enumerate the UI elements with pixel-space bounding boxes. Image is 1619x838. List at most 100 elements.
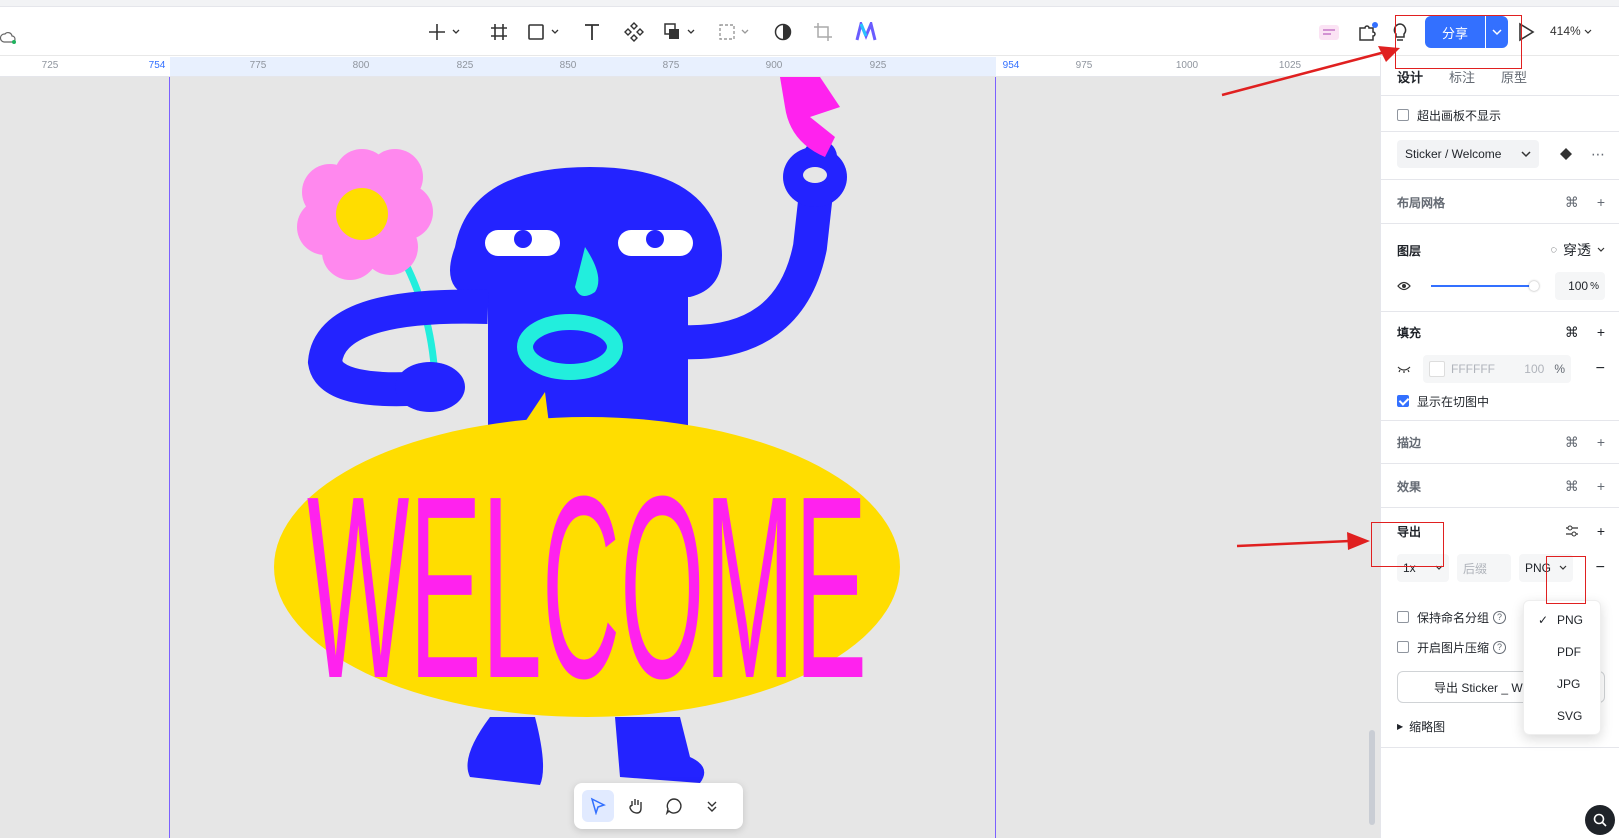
add-tool-button[interactable] [428,18,464,46]
divider [1381,223,1619,224]
clip-content-checkbox[interactable] [1397,109,1409,121]
format-option-png[interactable]: ✓ PNG [1524,604,1602,636]
flower [297,149,433,280]
show-in-slice-checkbox[interactable] [1397,395,1409,407]
hand-ring-hole [803,167,827,183]
export-settings-icon[interactable] [1565,525,1579,537]
component-tool-icon[interactable] [624,18,644,46]
fill-title: 填充 [1397,325,1422,340]
divider [1381,311,1619,312]
effect-title: 效果 [1397,479,1422,494]
fill-opacity-unit: % [1554,362,1565,376]
more-tools-button[interactable] [696,790,728,822]
component-row: Sticker / Welcome ⋯ [1397,139,1605,169]
format-option-pdf[interactable]: PDF [1524,636,1602,668]
highlight-box-export-title [1371,522,1444,567]
welcome-sticker-artwork[interactable]: WELCOME [0,77,1380,838]
highlight-box-format-select [1546,556,1586,604]
divider [1381,95,1619,96]
search-icon [1593,813,1607,827]
format-option-label: SVG [1557,709,1583,723]
select-tool-button[interactable] [582,790,614,822]
layout-grid-title: 布局网格 [1397,195,1446,210]
ruler-tick: 850 [559,60,577,71]
opacity-value: 100 [1568,279,1589,293]
style-library-icon[interactable]: ⌘ [1565,434,1579,451]
comment-icon [665,798,682,815]
help-icon[interactable]: ? [1493,640,1507,654]
export-format-menu: ✓ PNG PDF JPG SVG [1523,600,1601,735]
remove-fill-icon[interactable]: − [1596,360,1605,378]
keep-group-label: 保持命名分组 [1417,610,1490,625]
clip-content-row: 超出画板不显示 [1397,106,1605,124]
magenta-flag [780,77,840,157]
layout-grid-row: 布局网格 ⌘ + [1397,193,1605,211]
eye-closed-icon[interactable] [1397,364,1411,374]
cloud-sync-icon[interactable] [0,24,16,52]
blend-mode-value: 穿透 [1563,242,1591,258]
show-in-slice-row: 显示在切图中 [1397,392,1605,410]
arrow-to-share-icon [1221,46,1400,97]
comment-tool-button[interactable] [658,790,690,822]
layer-header-row: 图层 ◌ 穿透 [1397,241,1605,259]
add-stroke-icon[interactable]: + [1597,434,1605,450]
ruler-tick: 975 [1075,60,1093,71]
compress-label: 开启图片压缩 [1417,640,1490,655]
boolean-tool-button[interactable] [663,18,699,46]
tab-prototype[interactable]: 原型 [1501,67,1527,86]
format-option-jpg[interactable]: JPG [1524,668,1602,700]
opacity-slider[interactable] [1431,281,1539,291]
format-option-label: JPG [1557,677,1581,691]
chevron-down-icon [1521,151,1531,158]
ai-plugin-icon[interactable] [855,18,877,46]
add-effect-icon[interactable]: + [1597,478,1605,494]
hand-tool-button[interactable] [620,790,652,822]
panel-scrollbar[interactable] [1369,730,1375,825]
export-suffix-input[interactable]: 后缀 [1457,554,1511,582]
arrow-to-export-icon [1236,532,1370,550]
style-library-icon[interactable]: ⌘ [1565,324,1579,341]
export-actions: + [1565,523,1605,539]
fill-color-input[interactable]: FFFFFF 100 % [1423,355,1571,383]
tab-annotation[interactable]: 标注 [1449,67,1475,86]
welcome-text: WELCOME [307,443,867,733]
ruler-tick: 775 [249,60,267,71]
panel-tabs: 设计 标注 原型 [1397,67,1527,86]
add-fill-icon[interactable]: + [1597,324,1605,340]
help-icon[interactable]: ? [1493,610,1507,624]
design-canvas[interactable]: WELCOME [0,77,1380,838]
ruler-tick: 1000 [1175,60,1199,71]
remove-export-icon[interactable]: − [1596,559,1605,577]
bottom-floating-toolbar [574,783,743,829]
component-selector[interactable]: Sticker / Welcome [1397,140,1539,168]
keep-group-checkbox[interactable] [1397,611,1409,623]
mask-tool-icon[interactable] [773,18,793,46]
compress-checkbox[interactable] [1397,641,1409,653]
frame-tool-icon[interactable] [489,18,509,46]
rectangle-tool-button[interactable] [527,18,563,46]
style-library-icon[interactable]: ⌘ [1565,478,1579,495]
text-tool-icon[interactable] [582,18,602,46]
divider [1381,747,1619,748]
add-export-icon[interactable]: + [1597,523,1605,539]
more-options-icon[interactable]: ⋯ [1591,146,1605,163]
component-instance-icon[interactable] [1559,147,1573,161]
cursor-icon [590,797,606,815]
eye-icon[interactable] [1397,281,1411,291]
style-library-icon[interactable]: ⌘ [1565,194,1579,211]
crop-tool-icon[interactable] [813,18,833,46]
blend-mode-selector[interactable]: ◌ 穿透 [1550,240,1605,260]
opacity-slider-handle[interactable] [1529,281,1539,291]
layer-title: 图层 [1397,243,1422,258]
caret-right-icon: ▶ [1397,721,1404,731]
format-option-svg[interactable]: SVG [1524,700,1602,732]
fill-color-swatch[interactable] [1429,361,1445,377]
add-layout-grid-icon[interactable]: + [1597,194,1605,210]
ruler-tick-selection-start: 754 [148,60,166,71]
zoom-level-dropdown[interactable]: 414% [1550,24,1592,38]
opacity-input[interactable]: 100 % [1555,272,1605,300]
search-help-button[interactable] [1585,805,1615,835]
auto-layout-button[interactable] [717,18,753,46]
ruler-tick: 725 [41,60,59,71]
clip-content-label: 超出画板不显示 [1417,108,1502,123]
